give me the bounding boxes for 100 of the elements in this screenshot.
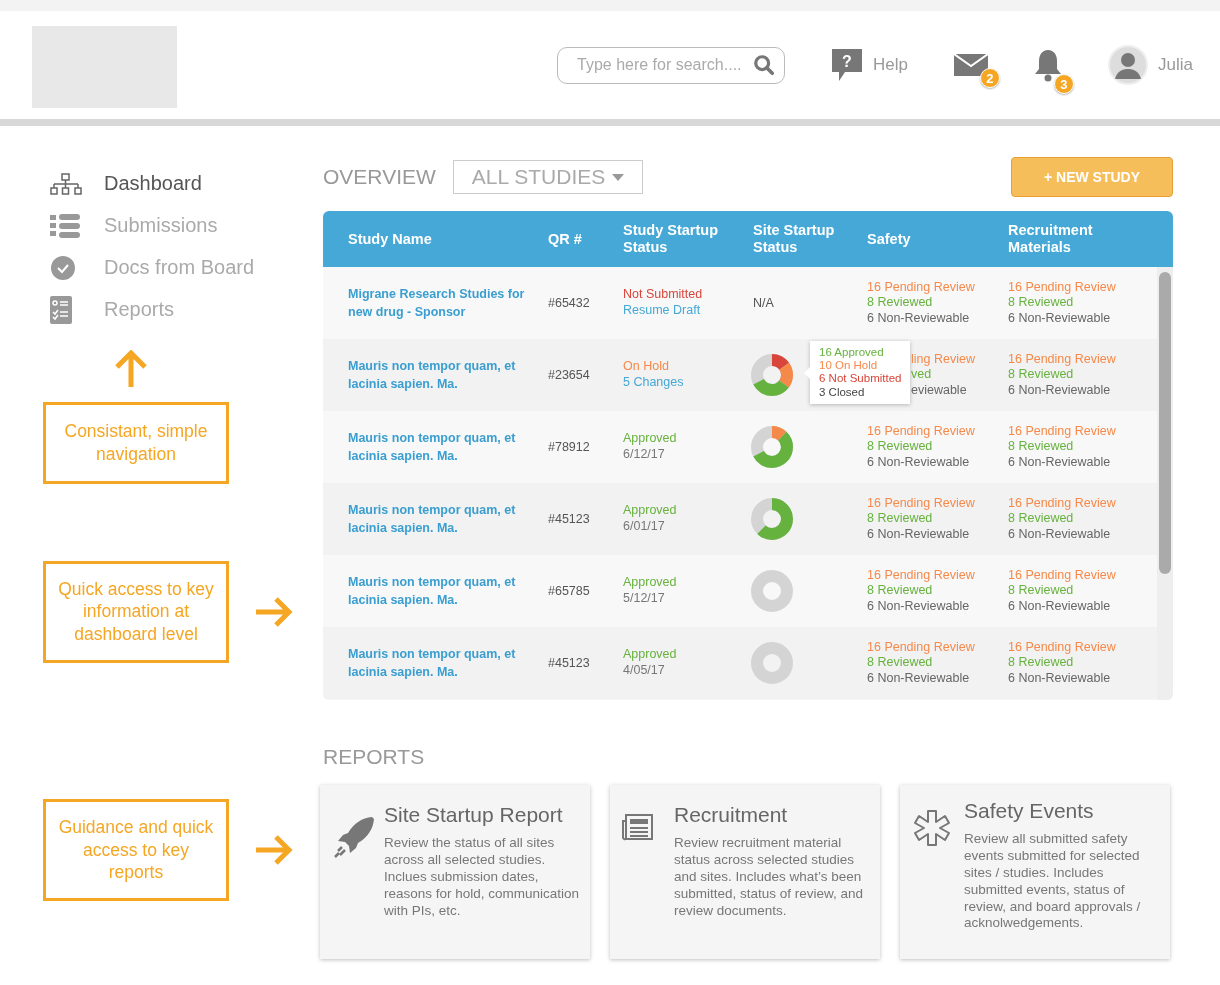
card-title: Safety Events (964, 799, 1095, 823)
notification-badge: 3 (1053, 74, 1074, 94)
report-card[interactable]: Safety Events Review all submitted safety events submitted for selected sites / studies. Includes submitted events, status of review, and board approvals / acknolwedgements. (900, 785, 1170, 959)
review-count: 6 Non-Reviewable (867, 670, 971, 687)
section-title: OVERVIEW (323, 165, 436, 189)
arrow-right-icon (253, 832, 295, 867)
review-count: 8 Reviewed (1008, 583, 1075, 599)
review-count: 16 Pending Review (867, 567, 976, 584)
study-link[interactable]: Mauris non tempor quam, et lacinia sapien. Ma. (348, 428, 533, 466)
study-link[interactable]: Mauris non tempor quam, et lacinia sapien. Ma. (348, 356, 533, 394)
scrollbar-thumb[interactable] (1159, 272, 1171, 574)
nav-item[interactable]: Docs from Board (50, 253, 323, 282)
search-icon[interactable] (753, 53, 775, 76)
section-title: REPORTS (323, 745, 426, 769)
column-header: Site Startup Status (753, 222, 836, 256)
review-count: 16 Pending Review (1008, 279, 1117, 296)
review-count: 16 Pending Review (867, 495, 976, 512)
review-count: 6 Non-Reviewable (867, 310, 971, 327)
table-cell-text: #65785 (548, 584, 591, 598)
nav-item[interactable]: Reports (50, 295, 323, 324)
donut-chart[interactable] (750, 497, 794, 541)
card-description: Review all submitted safety events submitted for selected sites / studies. Includes submitted events, status of review, and board approvals / acknolwedgements. (964, 831, 1142, 933)
review-count: 8 Reviewed (1008, 367, 1075, 383)
bell-icon[interactable] (1033, 48, 1062, 82)
study-link[interactable]: Mauris non tempor quam, et lacinia sapien. Ma. (348, 644, 533, 682)
status-detail: 6/01/17 (623, 519, 666, 535)
nav-item[interactable]: Submissions (50, 211, 323, 240)
review-count: eviewable (911, 382, 968, 399)
user-name[interactable]: Julia (1157, 55, 1193, 75)
status-detail[interactable]: 5 Changes (623, 375, 753, 391)
help-icon[interactable]: ? (831, 48, 863, 82)
table-cell-text: N/A (753, 296, 775, 310)
annotation-note: Consistant, simple navigation (43, 402, 229, 484)
status-text: Approved (623, 647, 678, 663)
report-icon (50, 295, 72, 324)
review-count: 8 Reviewed (1008, 655, 1075, 671)
table-cell-text: #78912 (548, 440, 591, 454)
donut-chart[interactable] (750, 353, 794, 397)
review-count: 16 Pending Review (867, 279, 976, 296)
review-count: 6 Non-Reviewable (1008, 382, 1112, 399)
annotation-note: Quick access to key information at dashboard level (43, 560, 229, 663)
search-field[interactable]: Type here for search.... (557, 46, 785, 84)
report-card[interactable]: Site Startup Report Review the status of all sites across all selected studies. Inclues submission dates, reasons for hold, communication with PIs, etc. (320, 785, 590, 959)
status-text: Approved (623, 431, 678, 447)
status-text: Approved (623, 503, 678, 519)
review-count: 16 Pending Review (1008, 351, 1117, 368)
help-link[interactable]: Help (873, 55, 908, 75)
unread-badge: 2 (979, 68, 1000, 88)
review-count: ling Review (911, 351, 976, 368)
review-count: 8 Reviewed (867, 655, 934, 671)
nav-item[interactable]: Dashboard (50, 169, 323, 198)
card-title: Site Startup Report (384, 803, 564, 827)
caret-icon (611, 173, 624, 181)
column-header: QR # (548, 230, 583, 248)
medical-star-icon (912, 809, 952, 849)
review-count: 6 Non-Reviewable (1008, 598, 1112, 615)
review-count: 8 Reviewed (1008, 439, 1075, 455)
review-count: ved (911, 367, 933, 383)
donut-chart[interactable] (750, 425, 794, 469)
card-title: Recruitment (674, 803, 789, 827)
status-text: Approved (623, 575, 678, 591)
review-count: 16 Pending Review (867, 639, 976, 656)
status-text: Not Submitted (623, 287, 704, 303)
review-count: 16 Pending Review (1008, 423, 1117, 440)
check-circle-icon (50, 254, 76, 281)
card-description: Review the status of all sites across all selected studies. Inclues submission dates, reasons for hold, communication with PIs, etc. (384, 835, 580, 920)
review-count: 16 Pending Review (1008, 495, 1117, 512)
sitemap-icon (50, 172, 82, 195)
column-header: Study Name (347, 230, 433, 248)
review-count: 8 Reviewed (1008, 295, 1075, 311)
tooltip-line: 6 Not Submitted (819, 372, 902, 386)
study-link[interactable]: Migrane Research Studies for new drug - Sponsor (348, 284, 533, 322)
status-detail: 6/12/17 (623, 447, 666, 463)
status-text: On Hold (623, 359, 670, 375)
status-detail: 4/05/17 (623, 663, 666, 679)
column-header: Study Startup Status (623, 222, 720, 256)
status-detail[interactable]: Resume Draft (623, 303, 753, 319)
review-count: 8 Reviewed (867, 511, 934, 527)
study-link[interactable]: Mauris non tempor quam, et lacinia sapien. Ma. (348, 500, 533, 538)
mail-icon[interactable] (953, 54, 988, 76)
annotation-note: Guidance and quick access to key reports (43, 798, 229, 901)
review-count: 16 Pending Review (867, 423, 976, 440)
new-study-button[interactable]: + NEW STUDY (1011, 157, 1173, 197)
table-cell-text: #45123 (548, 656, 591, 670)
review-count: 6 Non-Reviewable (1008, 310, 1112, 327)
column-header: Safety (867, 230, 912, 248)
table-cell-text: #23654 (548, 368, 591, 382)
studies-dropdown[interactable]: ALL STUDIES (452, 160, 643, 194)
review-count: 6 Non-Reviewable (1008, 454, 1112, 471)
table-cell-text: #45123 (548, 512, 591, 526)
review-count: 16 Pending Review (1008, 639, 1117, 656)
study-link[interactable]: Mauris non tempor quam, et lacinia sapien. Ma. (348, 572, 533, 610)
newspaper-icon (622, 813, 654, 841)
review-count: 6 Non-Reviewable (867, 526, 971, 543)
review-count: 8 Reviewed (1008, 511, 1075, 527)
review-count: 6 Non-Reviewable (1008, 526, 1112, 543)
avatar-icon[interactable] (1107, 45, 1148, 85)
checklist-icon (50, 213, 80, 238)
report-card[interactable]: Recruitment Review recruitment material status across selected studies and sites. Includes what’s been submitted, status of review, and review documents. (610, 785, 880, 959)
review-count: 8 Reviewed (867, 583, 934, 599)
